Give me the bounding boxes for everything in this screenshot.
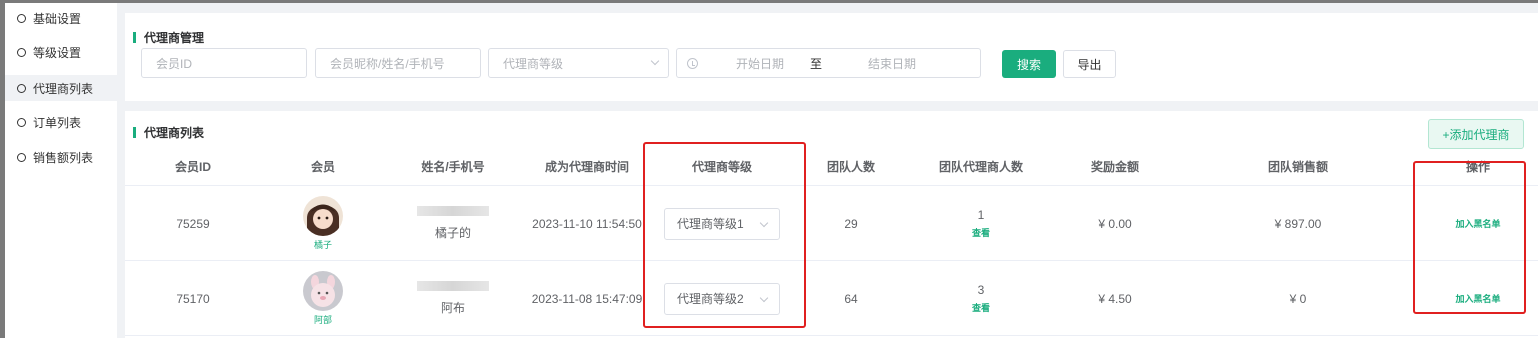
column-header: 会员ID [174, 160, 212, 174]
team-agents-cell: 3 查看 [972, 261, 990, 336]
agent-level-value: 代理商等级2 [677, 292, 744, 306]
member-id-placeholder: 会员ID [156, 56, 193, 71]
circle-icon [17, 117, 26, 127]
agent-level-value: 代理商等级1 [677, 217, 744, 231]
agent-level-dropdown[interactable]: 代理商等级1 [664, 207, 780, 240]
avatar [303, 196, 343, 236]
column-header: 团队代理商人数 [938, 160, 1024, 174]
agent-level-dropdown[interactable]: 代理商等级2 [664, 282, 780, 315]
sidebar-item-basic-settings[interactable]: 基础设置 [5, 5, 117, 31]
reward-cell: ¥ 0.00 [1098, 216, 1132, 231]
level-cell: 代理商等级1 [664, 186, 780, 261]
column-header: 团队人数 [826, 160, 876, 174]
sidebar-item-sales-list[interactable]: 销售额列表 [5, 144, 117, 170]
search-button[interactable]: 搜索 [1002, 50, 1056, 78]
sidebar-item-agent-list[interactable]: 代理商列表 [5, 75, 117, 101]
joined-time-cell: 2023-11-10 11:54:50 [532, 216, 642, 231]
redacted-phone [417, 281, 489, 291]
chevron-down-icon [759, 293, 769, 302]
member-id-input[interactable]: 会员ID [141, 48, 307, 78]
section-title: 代理商管理 [133, 29, 204, 46]
name-phone-cell: 橘子的 [417, 186, 489, 261]
column-header: 奖励金额 [1090, 160, 1140, 174]
chevron-down-icon [759, 218, 769, 227]
view-link[interactable]: 查看 [972, 226, 990, 239]
member-id-cell: 75259 [176, 216, 210, 231]
sidebar-item-label: 基础设置 [33, 11, 82, 26]
sidebar: 基础设置 等级设置 代理商列表 订单列表 销售额列表 [5, 3, 117, 338]
add-to-blacklist-link[interactable]: 加入黑名单 [1455, 292, 1500, 305]
circle-icon [17, 13, 26, 23]
member-name: 阿布 [440, 301, 465, 315]
table-row: 75170 阿部 阿布 2023-11-08 15:47:09 代理商等级2 6… [125, 261, 1538, 336]
team-agents-count: 3 [977, 283, 985, 297]
team-size-cell: 64 [844, 291, 858, 306]
section-title-text: 代理商管理 [144, 31, 205, 45]
member-name: 橘子的 [434, 226, 471, 240]
date-end-placeholder[interactable]: 结束日期 [868, 55, 916, 72]
name-phone-cell: 阿布 [417, 261, 489, 336]
export-button[interactable]: 导出 [1063, 50, 1116, 78]
member-id-cell: 75170 [176, 291, 210, 306]
reward-cell: ¥ 4.50 [1098, 291, 1132, 306]
joined-time-cell: 2023-11-08 15:47:09 [531, 291, 643, 306]
team-agents-count: 1 [977, 208, 985, 222]
action-cell: 加入黑名单 [1455, 261, 1500, 336]
team-sales-cell: ¥ 897.00 [1274, 216, 1322, 231]
team-size-cell: 29 [844, 216, 858, 231]
team-agents-cell: 1 查看 [972, 186, 990, 261]
table-row: 75259 橘子 橘子的 2023-11-10 11:54:50 代理商等级1 … [125, 186, 1538, 261]
column-header: 团队销售额 [1267, 160, 1329, 174]
agent-level-select[interactable]: 代理商等级 [488, 48, 669, 78]
view-link[interactable]: 查看 [972, 301, 990, 314]
column-header: 姓名/手机号 [421, 160, 485, 174]
column-header: 代理商等级 [691, 160, 753, 174]
filter-panel: 代理商管理 会员ID 会员昵称/姓名/手机号 代理商等级 开始日期 至 结束日期… [125, 13, 1538, 101]
clock-icon [687, 57, 698, 69]
sidebar-item-label: 等级设置 [33, 45, 82, 60]
member-info-placeholder: 会员昵称/姓名/手机号 [330, 56, 445, 71]
team-sales-cell: ¥ 0 [1289, 291, 1307, 306]
action-cell: 加入黑名单 [1455, 186, 1500, 261]
member-nickname: 橘子 [313, 240, 332, 250]
section-title-text: 代理商列表 [144, 126, 205, 140]
title-bar-marker [133, 32, 136, 43]
date-separator: 至 [810, 56, 823, 71]
add-to-blacklist-link[interactable]: 加入黑名单 [1455, 217, 1500, 230]
date-start-placeholder[interactable]: 开始日期 [736, 55, 784, 72]
member-cell: 橘子 [303, 186, 343, 261]
sidebar-item-label: 代理商列表 [33, 81, 94, 96]
title-bar-marker [133, 127, 136, 138]
chevron-down-icon [650, 56, 660, 66]
table-header: 会员ID 会员 姓名/手机号 成为代理商时间 代理商等级 团队人数 团队代理商人… [125, 149, 1538, 186]
agent-list-panel: 代理商列表 +添加代理商 会员ID 会员 姓名/手机号 成为代理商时间 代理商等… [125, 111, 1538, 338]
app-window: 基础设置 等级设置 代理商列表 订单列表 销售额列表 代理商管理 会员ID 会员… [5, 3, 1538, 338]
column-header: 成为代理商时间 [544, 160, 630, 174]
member-info-input[interactable]: 会员昵称/姓名/手机号 [315, 48, 481, 78]
main-content: 代理商管理 会员ID 会员昵称/姓名/手机号 代理商等级 开始日期 至 结束日期… [125, 3, 1538, 338]
section-title: 代理商列表 [133, 124, 204, 141]
avatar [303, 271, 343, 311]
circle-icon [17, 47, 26, 57]
member-cell: 阿部 [303, 261, 343, 336]
level-cell: 代理商等级2 [664, 261, 780, 336]
sidebar-item-order-list[interactable]: 订单列表 [5, 109, 117, 135]
circle-icon [17, 83, 26, 93]
sidebar-item-level-settings[interactable]: 等级设置 [5, 39, 117, 65]
member-nickname: 阿部 [313, 315, 332, 325]
circle-icon [17, 152, 26, 162]
date-range-picker[interactable]: 开始日期 至 结束日期 [676, 48, 981, 78]
agent-level-placeholder: 代理商等级 [503, 56, 564, 71]
redacted-phone [417, 206, 489, 216]
column-header: 会员 [310, 160, 336, 174]
sidebar-item-label: 销售额列表 [33, 150, 94, 165]
add-agent-button[interactable]: +添加代理商 [1428, 119, 1524, 149]
column-header: 操作 [1465, 160, 1491, 174]
sidebar-item-label: 订单列表 [33, 115, 82, 130]
